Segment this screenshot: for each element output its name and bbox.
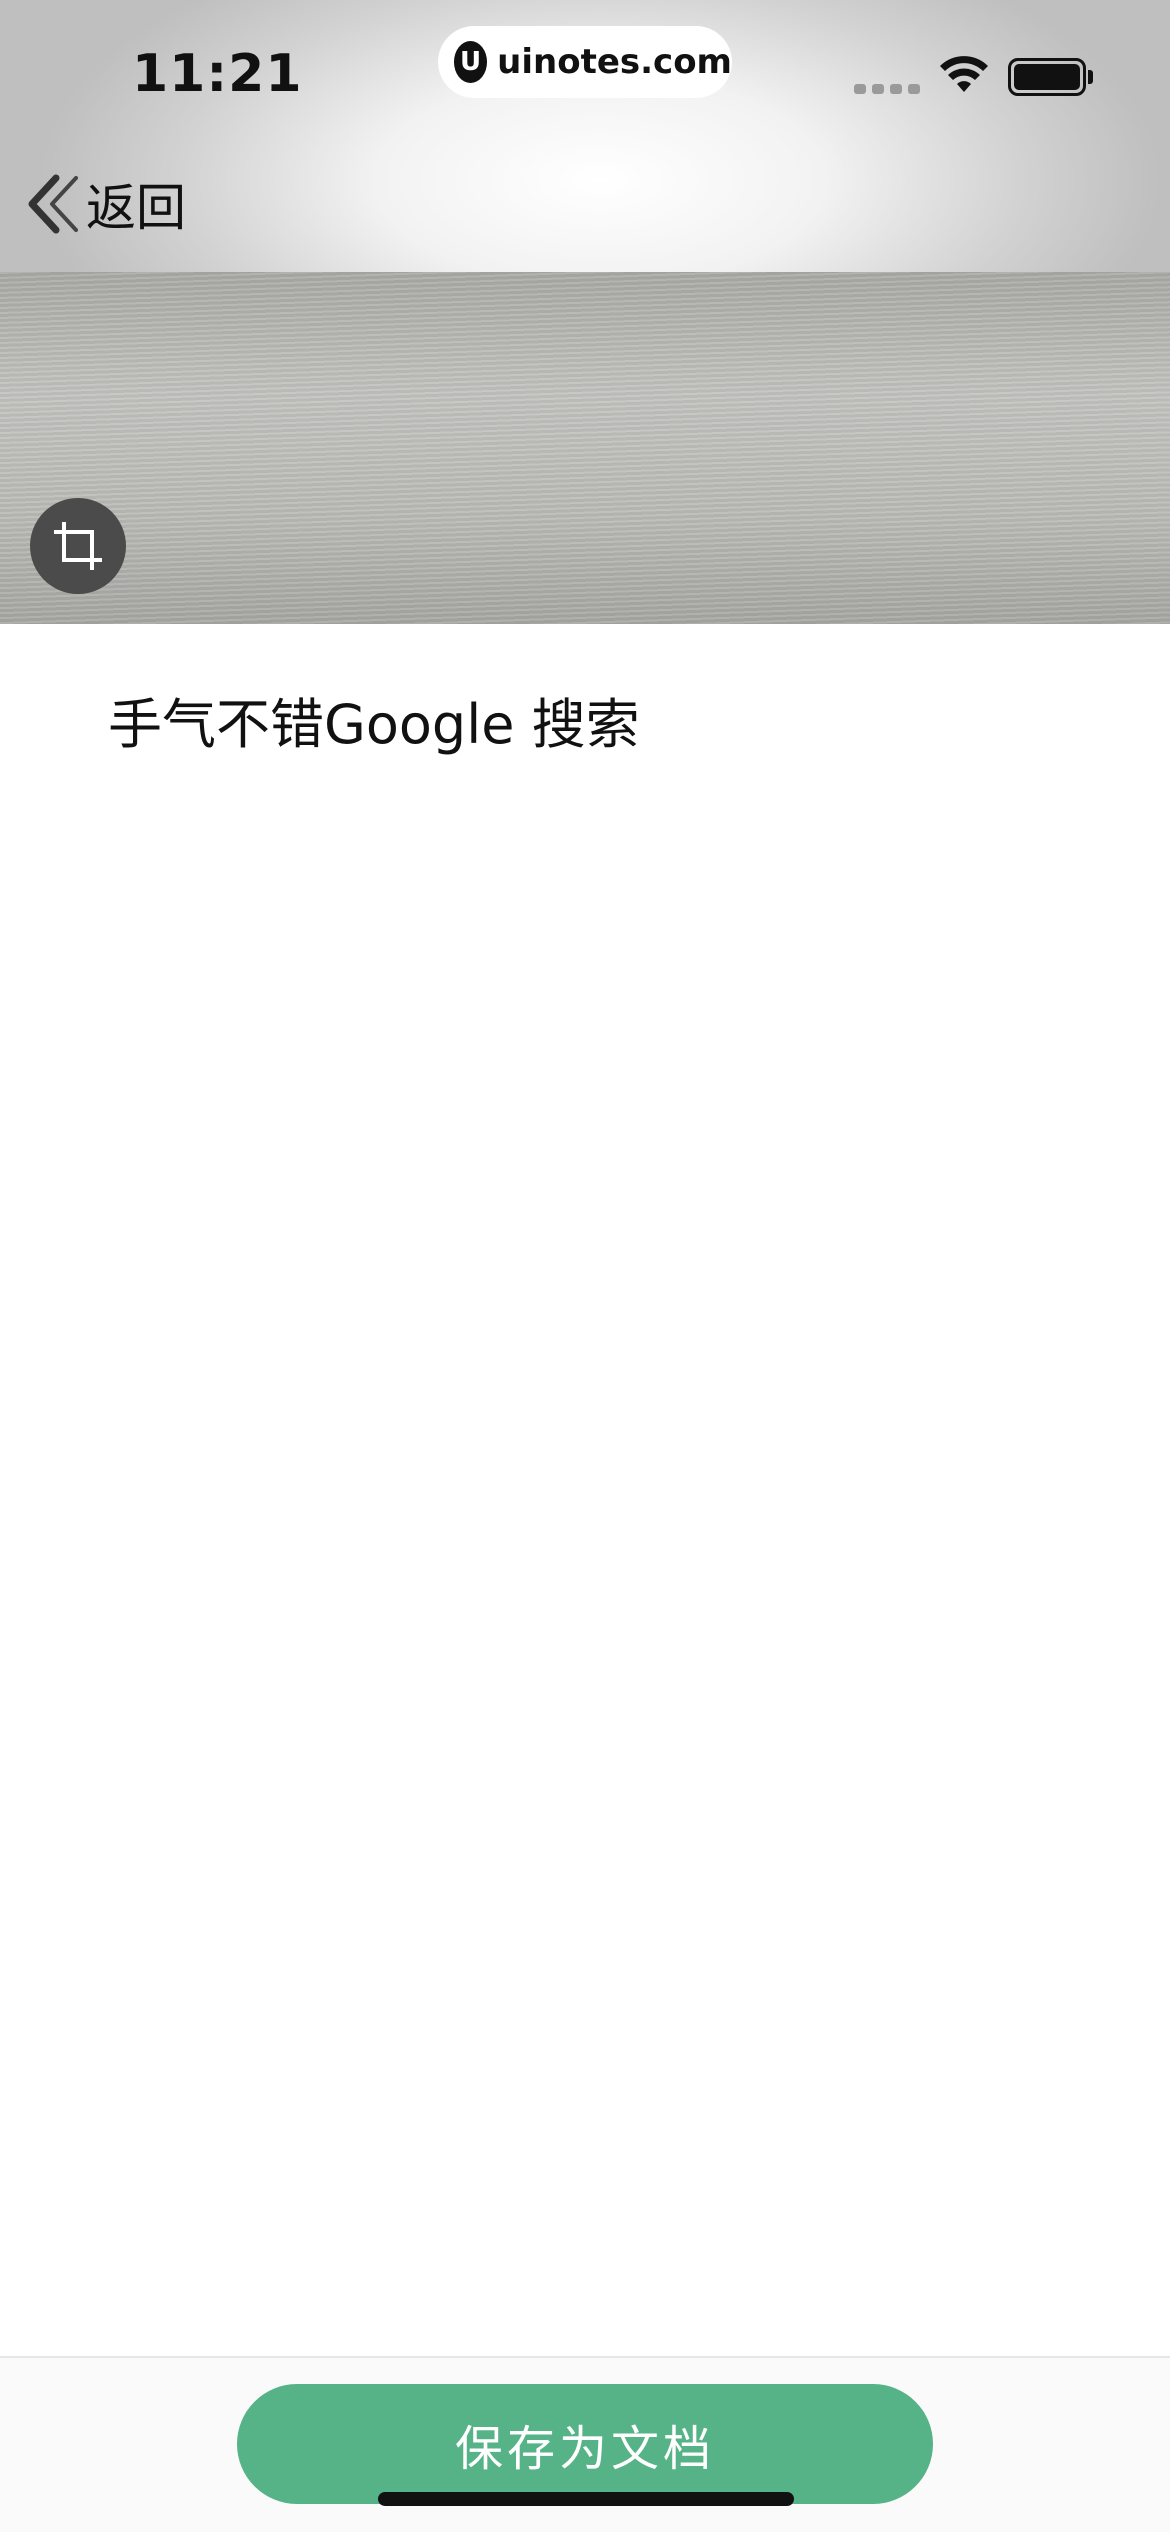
url-pill[interactable]: U uinotes.com bbox=[438, 26, 732, 98]
battery-cap bbox=[1088, 70, 1093, 84]
status-time: 11:21 bbox=[132, 44, 303, 104]
crop-button[interactable] bbox=[30, 498, 126, 594]
screen: 11:21 U uinotes.com 返回 手气不错Google 搜索 保存为… bbox=[0, 0, 1170, 2532]
battery-icon bbox=[1008, 58, 1086, 96]
cellular-signal-icon bbox=[854, 84, 920, 94]
wifi-icon bbox=[940, 56, 988, 92]
back-button[interactable]: 返回 bbox=[26, 168, 186, 240]
scanned-image-preview bbox=[0, 272, 1170, 624]
back-label: 返回 bbox=[86, 179, 186, 237]
crop-icon bbox=[54, 522, 102, 570]
recognized-text[interactable]: 手气不错Google 搜索 bbox=[108, 680, 640, 759]
double-chevron-left-icon bbox=[28, 174, 78, 234]
save-as-document-button[interactable]: 保存为文档 bbox=[237, 2384, 933, 2504]
site-logo-icon: U bbox=[454, 41, 488, 83]
home-indicator bbox=[378, 2492, 794, 2506]
url-text: uinotes.com bbox=[497, 42, 732, 82]
